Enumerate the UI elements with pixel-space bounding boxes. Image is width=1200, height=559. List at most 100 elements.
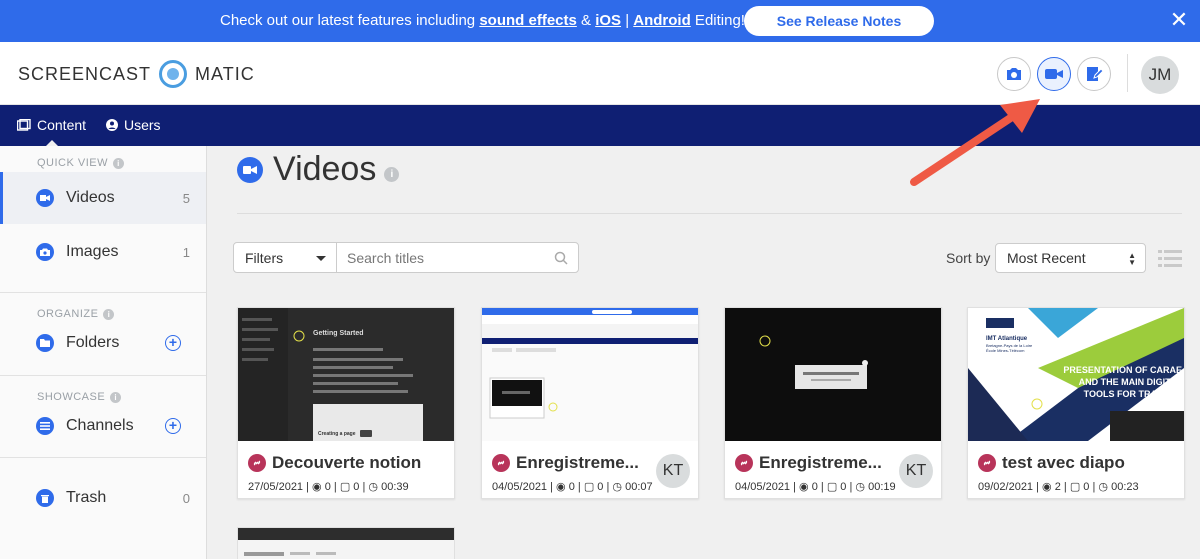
owner-avatar[interactable]: KT xyxy=(656,454,690,488)
card-date: 09/02/2021 xyxy=(978,481,1034,493)
owner-avatar[interactable]: KT xyxy=(899,454,933,488)
card-date: 04/05/2021 xyxy=(492,481,548,493)
edit-icon xyxy=(1087,67,1103,81)
header-divider xyxy=(1127,54,1128,92)
screenshot-button[interactable] xyxy=(997,57,1031,91)
video-thumbnail[interactable] xyxy=(725,308,941,441)
card-meta: 04/05/2021 | ◉ 0 | ▢ 0 | ◷ 00:07 xyxy=(492,481,653,493)
content-nav-bar: Content Users xyxy=(0,105,1200,147)
sidebar-item-label: Channels xyxy=(66,417,134,434)
select-arrows-icon: ▲ ▼ xyxy=(1128,251,1136,267)
views-icon: ◉ xyxy=(312,481,322,493)
card-meta: 04/05/2021 | ◉ 0 | ▢ 0 | ◷ 00:19 xyxy=(735,481,896,493)
logo-text-left: SCREENCAST xyxy=(18,63,152,84)
card-comments: 0 xyxy=(597,481,604,493)
link-icon xyxy=(492,454,510,472)
release-notes-button[interactable]: See Release Notes xyxy=(744,6,934,36)
sidebar-item-label: Trash xyxy=(66,489,107,506)
thumbnail-slide: IMT Atlantique Bretagne-Pays de la Loire… xyxy=(968,308,1184,441)
sidebar-divider xyxy=(0,457,206,458)
nav-users-label: Users xyxy=(124,117,161,133)
clock-icon: ◷ xyxy=(612,481,623,493)
clock-icon: ◷ xyxy=(1098,481,1109,493)
sidebar-item-images[interactable]: Images 1 xyxy=(0,226,206,278)
card-views: 0 xyxy=(324,481,331,493)
card-duration: 00:39 xyxy=(381,481,409,493)
card-title[interactable]: Decouverte notion xyxy=(248,453,421,473)
ios-link[interactable]: iOS xyxy=(595,12,621,29)
sidebar-item-trash[interactable]: Trash 0 xyxy=(0,472,206,524)
info-icon[interactable]: i xyxy=(113,157,125,169)
clock-icon: ◷ xyxy=(368,481,379,493)
camera-icon xyxy=(36,243,54,261)
search-input[interactable]: Search titles xyxy=(336,242,579,273)
close-icon[interactable]: ✕ xyxy=(1168,9,1190,31)
card-comments: 0 xyxy=(353,481,360,493)
card-meta: 09/02/2021 | ◉ 2 | ▢ 0 | ◷ 00:23 xyxy=(978,481,1139,493)
sort-value: Most Recent xyxy=(1007,250,1086,266)
content-icon xyxy=(17,119,31,131)
card-duration: 00:23 xyxy=(1111,481,1139,493)
views-icon: ◉ xyxy=(799,481,809,493)
video-card[interactable] xyxy=(237,527,455,559)
app-header: SCREENCAST MATIC JM xyxy=(0,42,1200,105)
views-icon: ◉ xyxy=(556,481,566,493)
slide-headline: PRESENTATION OF CARAE AND THE MAIN DIGIT… xyxy=(1063,365,1182,399)
video-card[interactable]: IMT Atlantique Bretagne-Pays de la Loire… xyxy=(967,307,1185,499)
logo[interactable]: SCREENCAST MATIC xyxy=(18,60,255,88)
page-title-text: Videos xyxy=(273,150,377,188)
card-duration: 00:19 xyxy=(868,481,896,493)
card-comments: 0 xyxy=(1083,481,1090,493)
sidebar-item-count: 0 xyxy=(182,490,190,506)
card-title[interactable]: Enregistreme... xyxy=(492,453,639,473)
video-thumbnail[interactable]: IMT Atlantique Bretagne-Pays de la Loire… xyxy=(968,308,1184,441)
banner-message: Check out our latest features including … xyxy=(220,12,745,29)
video-thumbnail xyxy=(238,528,454,559)
filters-dropdown[interactable]: Filters xyxy=(233,242,337,273)
comments-icon: ▢ xyxy=(339,481,351,493)
video-card[interactable]: Getting Started Creating a page Decouver… xyxy=(237,307,455,499)
video-card[interactable]: Enregistreme... 04/05/2021 | ◉ 0 | ▢ 0 |… xyxy=(481,307,699,499)
channels-icon xyxy=(36,417,54,435)
card-title[interactable]: Enregistreme... xyxy=(735,453,882,473)
comments-icon: ▢ xyxy=(583,481,595,493)
card-title[interactable]: test avec diapo xyxy=(978,453,1125,473)
nav-users-tab[interactable]: Users xyxy=(106,117,161,133)
sidebar: QUICK VIEW i Videos 5 Images 1 ORGANIZE … xyxy=(0,146,207,559)
camera-icon xyxy=(1007,68,1021,80)
info-icon[interactable]: i xyxy=(384,167,400,182)
thumb-subheading: Creating a page xyxy=(318,431,356,437)
slide-logo-text: IMT Atlantique xyxy=(986,336,1028,342)
android-link[interactable]: Android xyxy=(633,12,691,29)
sound-effects-link[interactable]: sound effects xyxy=(479,12,577,29)
sidebar-item-label: Folders xyxy=(66,334,120,351)
add-folder-icon[interactable]: + xyxy=(165,335,181,351)
sidebar-item-videos[interactable]: Videos 5 xyxy=(0,172,206,224)
filters-label: Filters xyxy=(245,249,284,266)
banner-prefix: Check out our latest features including xyxy=(220,12,480,29)
search-icon[interactable] xyxy=(554,251,568,265)
sidebar-item-count: 5 xyxy=(182,190,190,206)
record-video-button[interactable] xyxy=(1037,57,1071,91)
user-icon xyxy=(106,119,118,131)
sidebar-item-folders[interactable]: Folders + xyxy=(0,317,206,369)
video-thumbnail[interactable]: Getting Started Creating a page xyxy=(238,308,454,441)
card-meta: 27/05/2021 | ◉ 0 | ▢ 0 | ◷ 00:39 xyxy=(248,481,409,493)
logo-dot-icon xyxy=(159,60,188,88)
card-views: 0 xyxy=(568,481,575,493)
comments-icon: ▢ xyxy=(826,481,838,493)
video-thumbnail[interactable] xyxy=(482,308,698,441)
banner-pipe: | xyxy=(621,12,634,29)
user-avatar[interactable]: JM xyxy=(1141,56,1179,94)
nav-content-tab[interactable]: Content xyxy=(17,117,86,133)
video-card[interactable]: Enregistreme... 04/05/2021 | ◉ 0 | ▢ 0 |… xyxy=(724,307,942,499)
sort-select[interactable]: Most Recent ▲ ▼ xyxy=(995,243,1146,273)
sidebar-item-channels[interactable]: Channels + xyxy=(0,400,206,452)
thumbnail-dark-recording xyxy=(725,308,941,441)
link-icon xyxy=(978,454,996,472)
editor-button[interactable] xyxy=(1077,57,1111,91)
add-channel-icon[interactable]: + xyxy=(165,418,181,434)
list-view-icon[interactable] xyxy=(1158,249,1182,269)
thumbnail-screen-recording xyxy=(482,308,698,441)
card-views: 0 xyxy=(811,481,818,493)
